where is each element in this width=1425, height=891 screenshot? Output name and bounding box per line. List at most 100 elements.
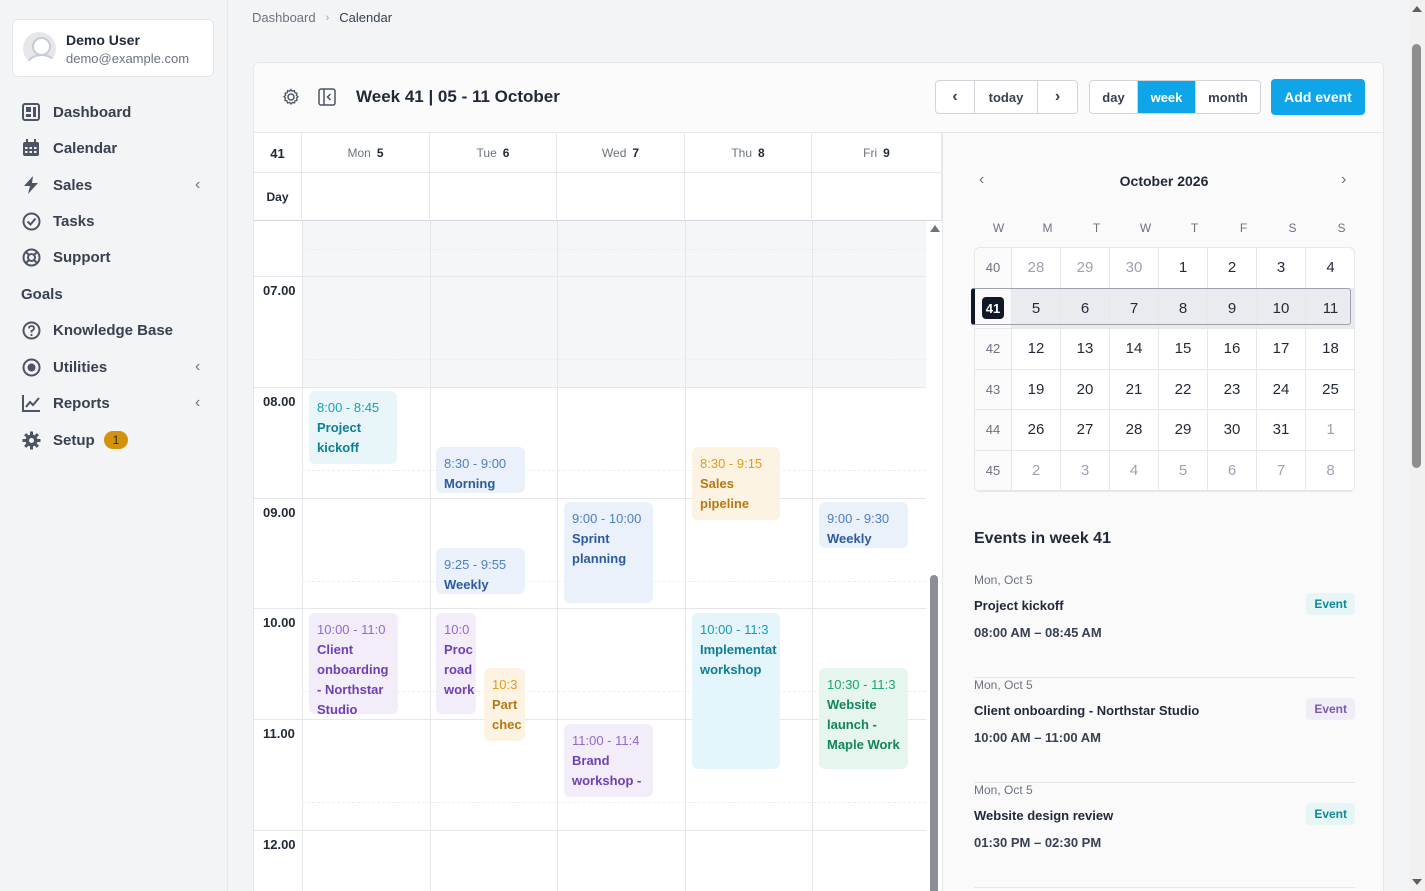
date-cell[interactable]: 12: [1012, 329, 1061, 370]
sidebar-item-sales[interactable]: Sales ‹: [0, 168, 228, 202]
date-cell[interactable]: 2: [1012, 450, 1061, 491]
calendar-event[interactable]: 11:00 - 11:4 Brand workshop -: [564, 724, 653, 797]
week-number-cell[interactable]: 44: [975, 410, 1012, 451]
list-item[interactable]: Mon, Oct 5 Client onboarding - Northstar…: [974, 678, 1355, 783]
date-cell[interactable]: 27: [1061, 410, 1110, 451]
calendar-event[interactable]: 10:00 - 11:3 Implementat workshop: [692, 613, 780, 769]
date-cell[interactable]: 29: [1061, 248, 1110, 289]
add-event-button[interactable]: Add event: [1271, 79, 1365, 115]
date-cell[interactable]: 4: [1306, 248, 1354, 289]
next-button[interactable]: ›: [1038, 81, 1077, 113]
date-cell[interactable]: 3: [1061, 450, 1110, 491]
breadcrumb-dashboard[interactable]: Dashboard: [252, 10, 316, 25]
view-week-button[interactable]: week: [1138, 81, 1196, 113]
day-header-tue[interactable]: Tue 6: [430, 133, 557, 173]
week-number-cell[interactable]: 40: [975, 248, 1012, 289]
user-card[interactable]: Demo User demo@example.com: [12, 19, 214, 77]
calendar-event[interactable]: 8:00 - 8:45 Project kickoff: [309, 391, 397, 464]
date-cell[interactable]: 7: [1257, 450, 1306, 491]
sidebar-item-dashboard[interactable]: Dashboard: [0, 95, 228, 129]
settings-icon[interactable]: [281, 87, 301, 107]
scroll-down-icon[interactable]: [1412, 879, 1422, 885]
mini-next-button[interactable]: ›: [1341, 171, 1346, 189]
day-header-wed[interactable]: Wed 7: [557, 133, 685, 173]
week-number-cell[interactable]: 42: [975, 329, 1012, 370]
date-cell[interactable]: 7: [1110, 288, 1159, 329]
date-cell[interactable]: 1: [1306, 410, 1354, 451]
date-cell[interactable]: 4: [1110, 450, 1159, 491]
date-cell[interactable]: 3: [1257, 248, 1306, 289]
sidebar-item-support[interactable]: Support: [0, 240, 228, 274]
sidebar-item-setup[interactable]: Setup 1: [0, 423, 228, 457]
date-cell[interactable]: 16: [1208, 329, 1257, 370]
date-cell[interactable]: 30: [1208, 410, 1257, 451]
date-cell[interactable]: 28: [1110, 410, 1159, 451]
view-month-button[interactable]: month: [1196, 81, 1260, 113]
date-cell[interactable]: 28: [1012, 248, 1061, 289]
calendar-event[interactable]: 9:25 - 9:55 Weekly: [436, 548, 525, 594]
date-cell[interactable]: 10: [1257, 288, 1306, 329]
date-cell[interactable]: 8: [1159, 288, 1208, 329]
week-number-cell[interactable]: 41: [975, 288, 1012, 329]
date-cell[interactable]: 11: [1306, 288, 1354, 329]
date-cell[interactable]: 17: [1257, 329, 1306, 370]
date-cell[interactable]: 5: [1159, 450, 1208, 491]
day-header-mon[interactable]: Mon 5: [302, 133, 430, 173]
all-day-cell[interactable]: [302, 173, 430, 221]
sidebar-toggle-icon[interactable]: [317, 87, 337, 107]
date-cell[interactable]: 22: [1159, 369, 1208, 410]
calendar-event[interactable]: 10:3 Part chec: [484, 668, 525, 741]
date-cell[interactable]: 29: [1159, 410, 1208, 451]
calendar-event[interactable]: 9:00 - 10:00 Sprint planning: [564, 502, 653, 603]
calendar-event[interactable]: 10:30 - 11:3 Website launch - Maple Work: [819, 668, 908, 769]
all-day-cell[interactable]: [685, 173, 812, 221]
date-cell[interactable]: 25: [1306, 370, 1354, 410]
date-cell[interactable]: 13: [1061, 329, 1110, 370]
all-day-cell[interactable]: [430, 173, 557, 221]
calendar-event[interactable]: 9:00 - 9:30 Weekly: [819, 502, 908, 548]
date-cell[interactable]: 14: [1110, 329, 1159, 370]
date-cell[interactable]: 26: [1012, 410, 1061, 451]
today-button[interactable]: today: [975, 81, 1038, 113]
date-cell[interactable]: 20: [1061, 369, 1110, 410]
day-header-fri[interactable]: Fri 9: [812, 133, 942, 173]
date-cell[interactable]: 5: [1012, 288, 1061, 329]
date-cell[interactable]: 8: [1306, 451, 1354, 491]
date-cell[interactable]: 23: [1208, 369, 1257, 410]
week-number-cell[interactable]: 43: [975, 369, 1012, 410]
sidebar-item-tasks[interactable]: Tasks: [0, 204, 228, 238]
day-header-thu[interactable]: Thu 8: [685, 133, 812, 173]
all-day-cell[interactable]: [557, 173, 685, 221]
view-day-button[interactable]: day: [1090, 81, 1138, 113]
date-cell[interactable]: 30: [1110, 248, 1159, 289]
calendar-event[interactable]: 8:30 - 9:15 Sales pipeline: [692, 447, 780, 520]
calendar-event[interactable]: 8:30 - 9:00 Morning: [436, 447, 525, 493]
scroll-up-icon[interactable]: [1412, 6, 1422, 12]
sidebar-item-calendar[interactable]: Calendar: [0, 131, 228, 165]
date-cell[interactable]: 31: [1257, 410, 1306, 451]
date-cell[interactable]: 6: [1061, 288, 1110, 329]
sidebar-item-knowledge-base[interactable]: Knowledge Base: [0, 313, 228, 347]
grid-scrollbar-thumb[interactable]: [930, 575, 938, 891]
scroll-up-icon[interactable]: [930, 225, 940, 232]
date-cell[interactable]: 9: [1208, 288, 1257, 329]
calendar-event[interactable]: 10:0 Proc road work: [436, 613, 476, 714]
date-cell[interactable]: 24: [1257, 369, 1306, 410]
date-cell[interactable]: 18: [1306, 329, 1354, 370]
page-scrollbar-thumb[interactable]: [1412, 44, 1421, 468]
date-cell[interactable]: 1: [1159, 248, 1208, 289]
list-item[interactable]: Mon, Oct 5 Website design review 01:30 P…: [974, 783, 1355, 888]
week-number-cell[interactable]: 45: [975, 450, 1012, 491]
date-cell[interactable]: 21: [1110, 369, 1159, 410]
list-item[interactable]: Mon, Oct 5 Project kickoff 08:00 AM – 08…: [974, 573, 1355, 678]
sidebar-item-utilities[interactable]: Utilities ‹: [0, 350, 228, 384]
prev-button[interactable]: ‹: [936, 81, 975, 113]
date-cell[interactable]: 6: [1208, 450, 1257, 491]
calendar-event[interactable]: 10:00 - 11:0 Client onboarding - Northsta…: [309, 613, 398, 714]
time-grid[interactable]: 07.00 08.00 09.00 10.00 11.00 12.00 8:00…: [254, 221, 926, 891]
all-day-cell[interactable]: [812, 173, 942, 221]
sidebar-item-reports[interactable]: Reports ‹: [0, 386, 228, 420]
date-cell[interactable]: 15: [1159, 329, 1208, 370]
date-cell[interactable]: 2: [1208, 248, 1257, 289]
date-cell[interactable]: 19: [1012, 369, 1061, 410]
